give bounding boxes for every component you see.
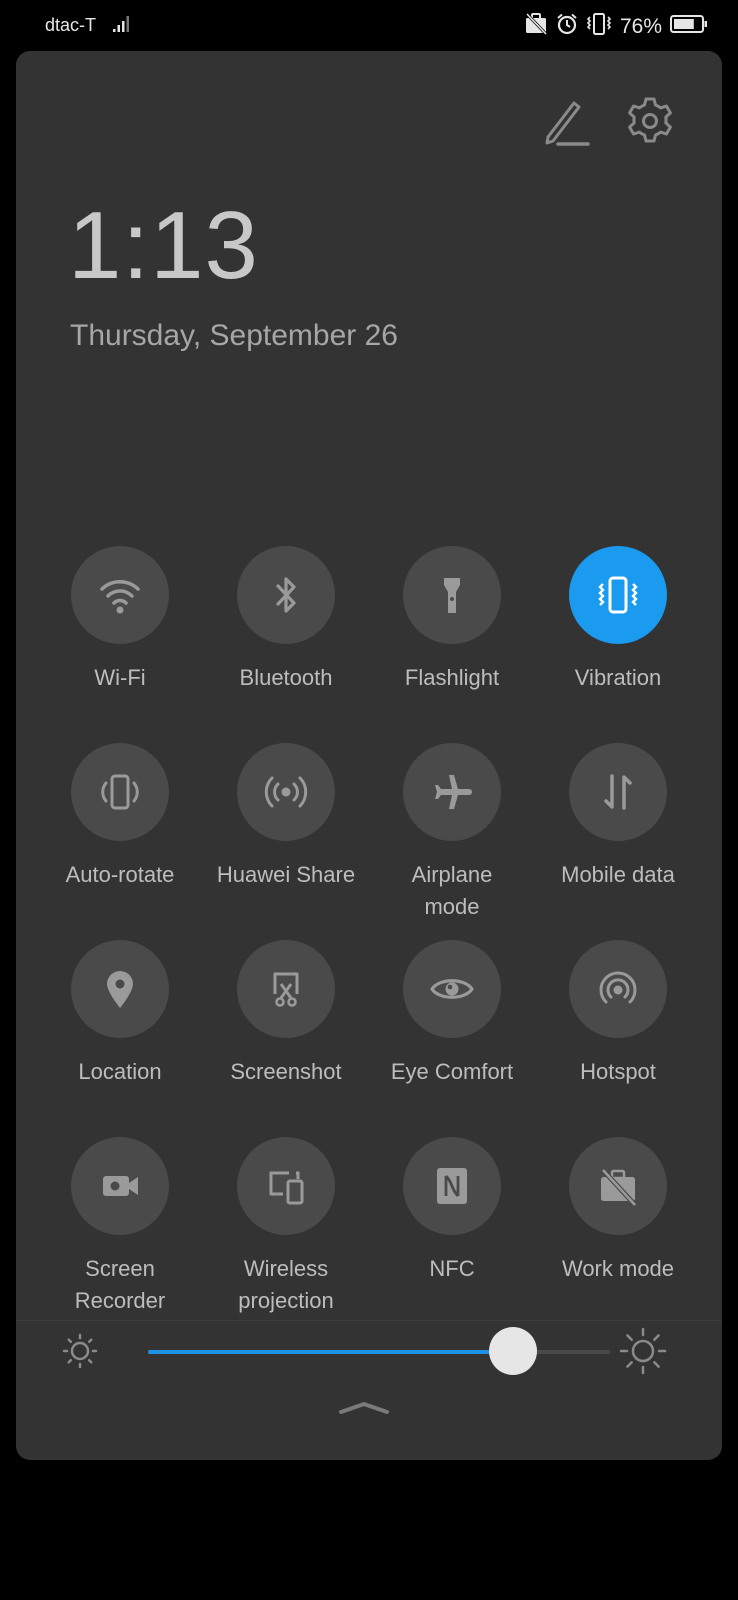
airplane-icon: [427, 767, 477, 817]
tile-toggle-button[interactable]: [237, 743, 335, 841]
tile-toggle-button[interactable]: [237, 546, 335, 644]
nfc-icon: [427, 1161, 477, 1211]
tile-label: Vibration: [574, 665, 662, 690]
flashlight-icon: [427, 570, 477, 620]
eye-icon: [427, 964, 477, 1014]
auto-rotate-icon: [95, 767, 145, 817]
work-mode-icon: [593, 1161, 643, 1211]
tile-toggle-button[interactable]: [71, 743, 169, 841]
status-bar: dtac-T 76%: [0, 0, 738, 50]
wireless-projection-icon: [261, 1161, 311, 1211]
tile-vibration[interactable]: Vibration: [535, 546, 701, 694]
location-icon: [95, 964, 145, 1014]
tile-label: Screenshot: [230, 1059, 342, 1084]
tile-work-mode[interactable]: Work mode: [535, 1137, 701, 1285]
tile-label: Work mode: [561, 1256, 675, 1281]
tile-nfc[interactable]: NFC: [369, 1137, 535, 1285]
tile-toggle-button[interactable]: [403, 1137, 501, 1235]
tile-toggle-button[interactable]: [569, 546, 667, 644]
screenshot-icon: [261, 964, 311, 1014]
tile-label: Eye Comfort: [390, 1059, 514, 1084]
tile-toggle-button[interactable]: [403, 940, 501, 1038]
vibration-icon: [593, 570, 643, 620]
tile-label: Airplane mode: [411, 862, 493, 919]
battery-icon: [670, 14, 708, 39]
tile-toggle-button[interactable]: [569, 940, 667, 1038]
tile-screenshot[interactable]: Screenshot: [203, 940, 369, 1088]
tile-bluetooth[interactable]: Bluetooth: [203, 546, 369, 694]
signal-bars-icon: [112, 14, 132, 39]
tile-eye-comfort[interactable]: Eye Comfort: [369, 940, 535, 1088]
wifi-icon: [95, 570, 145, 620]
tile-toggle-button[interactable]: [237, 940, 335, 1038]
screen-recorder-icon: [95, 1161, 145, 1211]
tile-label: Hotspot: [580, 1059, 656, 1084]
work-mode-off-icon: [524, 12, 548, 40]
tile-toggle-button[interactable]: [71, 940, 169, 1038]
tile-toggle-button[interactable]: [569, 743, 667, 841]
tile-flashlight[interactable]: Flashlight: [369, 546, 535, 694]
vibrate-icon: [586, 13, 612, 40]
tile-label: Flashlight: [404, 665, 500, 690]
quick-settings-panel: 1:13 Thursday, September 26 Wi-Fi Bluetoo…: [16, 51, 722, 1460]
tile-label: Mobile data: [561, 862, 675, 887]
brightness-slider[interactable]: [148, 1327, 610, 1377]
brightness-fill: [148, 1350, 513, 1354]
tile-label: Wi-Fi: [94, 665, 146, 690]
huawei-share-icon: [261, 767, 311, 817]
tile-airplane-mode[interactable]: Airplane mode: [369, 743, 535, 923]
carrier-name: dtac-T: [45, 15, 97, 35]
tile-label: NFC: [429, 1256, 475, 1281]
clock-time[interactable]: 1:13: [68, 191, 259, 301]
tile-toggle-button[interactable]: [71, 546, 169, 644]
tile-screen-recorder[interactable]: Screen Recorder: [37, 1137, 203, 1317]
tile-wi-fi[interactable]: Wi-Fi: [37, 546, 203, 694]
mobile-data-icon: [593, 767, 643, 817]
brightness-low-icon: [60, 1331, 100, 1376]
bluetooth-icon: [261, 570, 311, 620]
edit-tiles-button[interactable]: [536, 93, 596, 153]
tile-label: Location: [78, 1059, 162, 1084]
tile-wireless-projection[interactable]: Wireless projection: [203, 1137, 369, 1317]
tile-toggle-button[interactable]: [403, 743, 501, 841]
pencil-icon: [545, 101, 590, 146]
brightness-high-icon: [618, 1326, 668, 1381]
tile-hotspot[interactable]: Hotspot: [535, 940, 701, 1088]
tile-toggle-button[interactable]: [237, 1137, 335, 1235]
settings-button[interactable]: [618, 89, 682, 153]
tile-mobile-data[interactable]: Mobile data: [535, 743, 701, 891]
clock-date[interactable]: Thursday, September 26: [70, 319, 398, 353]
brightness-thumb[interactable]: [488, 1327, 537, 1375]
gear-icon: [628, 97, 672, 143]
tile-label: Bluetooth: [239, 665, 333, 690]
tile-toggle-button[interactable]: [569, 1137, 667, 1235]
hotspot-icon: [593, 964, 643, 1014]
tile-label: Auto-rotate: [65, 862, 175, 887]
tile-location[interactable]: Location: [37, 940, 203, 1088]
tile-label: Wireless projection: [238, 1256, 334, 1313]
chevron-up-icon[interactable]: [338, 1397, 390, 1422]
tile-huawei-share[interactable]: Huawei Share: [203, 743, 369, 891]
tile-toggle-button[interactable]: [71, 1137, 169, 1235]
tile-auto-rotate[interactable]: Auto-rotate: [37, 743, 203, 891]
battery-percent: 76%: [619, 14, 662, 38]
tile-label: Screen Recorder: [74, 1256, 166, 1313]
tile-toggle-button[interactable]: [403, 546, 501, 644]
divider: [16, 1320, 722, 1321]
alarm-icon: [556, 13, 578, 40]
tile-label: Huawei Share: [216, 862, 356, 887]
